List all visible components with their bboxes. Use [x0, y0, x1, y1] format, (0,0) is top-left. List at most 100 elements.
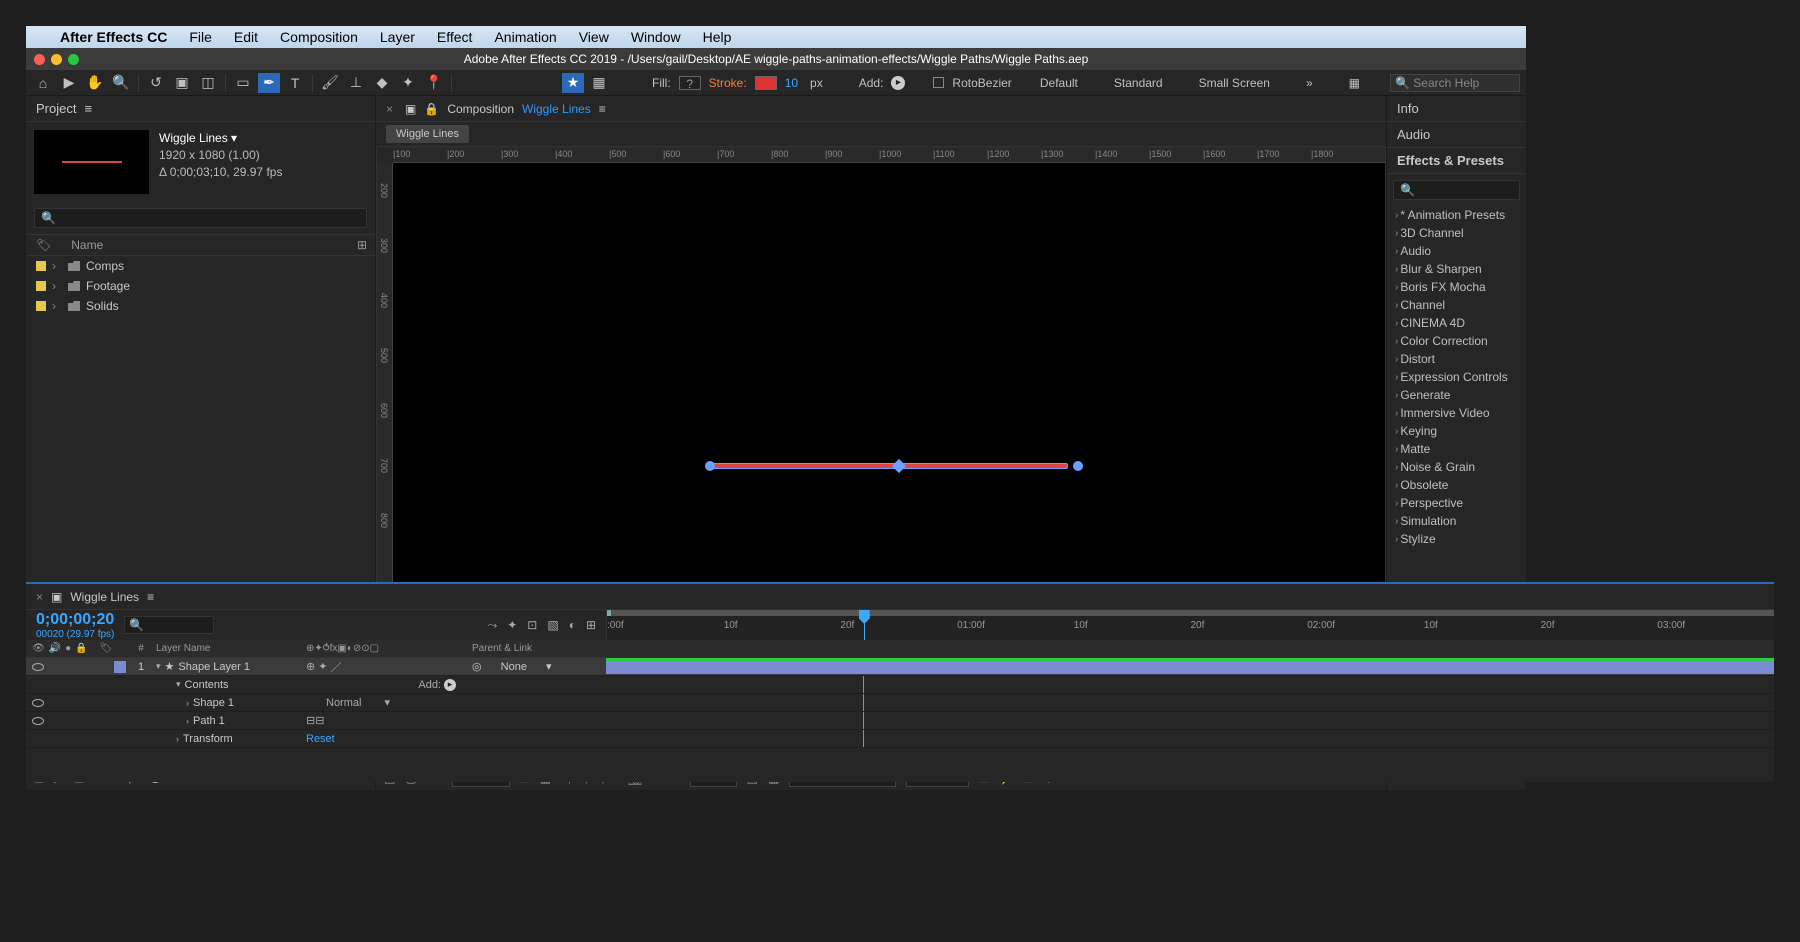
comp-thumbnail[interactable] — [34, 130, 149, 194]
path-anchor-left[interactable] — [705, 461, 715, 471]
fx-category[interactable]: › Blur & Sharpen — [1387, 260, 1526, 278]
audio-panel-header[interactable]: Audio — [1387, 122, 1526, 148]
close-button[interactable] — [34, 54, 45, 65]
workspace-switcher[interactable]: Default Standard Small Screen » ▦ — [1022, 70, 1378, 96]
layer-path-1[interactable]: ›Path 1 ⊟⊟ — [26, 712, 1774, 730]
zoom-tool[interactable]: 🔍 — [110, 73, 132, 93]
workspace-more[interactable]: » — [1288, 70, 1331, 96]
menu-composition[interactable]: Composition — [280, 29, 358, 45]
mac-menubar[interactable]: After Effects CC File Edit Composition L… — [26, 26, 1526, 48]
frame-blend-icon[interactable]: ▧ — [547, 618, 558, 633]
pen-tool[interactable]: ✒ — [258, 73, 280, 93]
workspace-default[interactable]: Default — [1022, 70, 1096, 96]
rotobezier-check[interactable] — [933, 77, 944, 88]
timeline-tab-name[interactable]: Wiggle Lines — [70, 590, 139, 604]
add-button[interactable]: ▸ — [891, 76, 905, 90]
lock-col-icon[interactable]: 🔒 — [75, 643, 87, 654]
fx-category[interactable]: › Immersive Video — [1387, 404, 1526, 422]
label-swatch[interactable] — [114, 661, 126, 673]
fx-category[interactable]: › Perspective — [1387, 494, 1526, 512]
visibility-toggle[interactable] — [32, 699, 44, 707]
clone-tool[interactable]: ⊥ — [345, 73, 367, 93]
workspace-standard[interactable]: Standard — [1096, 70, 1181, 96]
project-panel-header[interactable]: Project ≡ — [26, 96, 375, 122]
roto-tool[interactable]: ✦ — [397, 73, 419, 93]
close-tab-icon[interactable]: × — [386, 102, 393, 116]
workspace-small[interactable]: Small Screen — [1181, 70, 1288, 96]
video-col-icon[interactable]: 👁 — [32, 643, 45, 654]
blend-mode-dropdown[interactable]: Normal — [306, 697, 381, 709]
comp-tab-bar[interactable]: × ▣ 🔒 Composition Wiggle Lines ≡ — [376, 96, 1386, 122]
menu-animation[interactable]: Animation — [494, 29, 556, 45]
fx-category[interactable]: › Keying — [1387, 422, 1526, 440]
eraser-tool[interactable]: ◆ — [371, 73, 393, 93]
name-column[interactable]: Name — [71, 238, 103, 252]
timeline-tab-bar[interactable]: × ▣ Wiggle Lines ≡ — [26, 584, 1774, 610]
menu-file[interactable]: File — [189, 29, 212, 45]
orbit-tool[interactable]: ↺ — [145, 73, 167, 93]
pan-behind-tool[interactable]: ◫ — [197, 73, 219, 93]
project-search[interactable]: 🔍 — [34, 208, 367, 228]
panel-menu-icon[interactable]: ≡ — [84, 101, 92, 116]
current-timecode[interactable]: 0;00;00;20 — [36, 611, 114, 629]
lock-icon[interactable]: 🔒 — [424, 102, 439, 116]
graph-editor-icon[interactable]: ⊞ — [586, 618, 596, 633]
fx-category[interactable]: › Stylize — [1387, 530, 1526, 548]
hand-tool[interactable]: ✋ — [84, 73, 106, 93]
fx-category[interactable]: › Boris FX Mocha — [1387, 278, 1526, 296]
fx-category[interactable]: › Expression Controls — [1387, 368, 1526, 386]
search-help-input[interactable]: 🔍 Search Help — [1390, 74, 1520, 92]
fx-category[interactable]: › Channel — [1387, 296, 1526, 314]
pickwhip-icon[interactable]: ◎ — [472, 661, 482, 673]
visibility-toggle[interactable] — [32, 717, 44, 725]
close-timeline-tab[interactable]: × — [36, 590, 43, 604]
folder-comps[interactable]: ›Comps — [26, 256, 375, 276]
checker-icon[interactable]: ▦ — [588, 73, 610, 93]
tag-column-icon[interactable]: 🏷 — [36, 238, 51, 252]
comp-subtab[interactable]: Wiggle Lines — [386, 125, 469, 143]
zoom-button[interactable] — [68, 54, 79, 65]
tab-menu-icon[interactable]: ≡ — [599, 102, 606, 116]
time-ruler[interactable]: :00f10f20f01:00f10f20f02:00f10f20f03:00f — [606, 610, 1774, 640]
fx-category[interactable]: › Color Correction — [1387, 332, 1526, 350]
solo-col-icon[interactable]: ● — [65, 643, 71, 654]
flowchart-icon[interactable]: ⊞ — [357, 238, 367, 252]
menu-layer[interactable]: Layer — [380, 29, 415, 45]
fx-category[interactable]: › 3D Channel — [1387, 224, 1526, 242]
fx-category[interactable]: › Simulation — [1387, 512, 1526, 530]
folder-footage[interactable]: ›Footage — [26, 276, 375, 296]
star-icon[interactable]: ★ — [562, 73, 584, 93]
fx-category[interactable]: › Matte — [1387, 440, 1526, 458]
comp-subtab-bar[interactable]: Wiggle Lines — [376, 122, 1386, 146]
motion-blur-icon[interactable]: ◐ — [569, 618, 576, 633]
stroke-width[interactable]: 10 — [781, 76, 802, 90]
draft3d-icon[interactable]: ✦ — [507, 618, 517, 633]
menu-effect[interactable]: Effect — [437, 29, 473, 45]
layer-transform[interactable]: ›Transform Reset — [26, 730, 1774, 748]
fx-category[interactable]: › Obsolete — [1387, 476, 1526, 494]
workspace-reset-icon[interactable]: ▦ — [1331, 70, 1378, 96]
folder-solids[interactable]: ›Solids — [26, 296, 375, 316]
fx-category[interactable]: › Generate — [1387, 386, 1526, 404]
path-anchor-mid[interactable] — [892, 459, 906, 473]
timeline-tab-menu[interactable]: ≡ — [147, 590, 154, 604]
parent-header[interactable]: Parent & Link — [466, 640, 606, 657]
fx-category[interactable]: › CINEMA 4D — [1387, 314, 1526, 332]
window-controls[interactable] — [34, 54, 79, 65]
shy-icon[interactable]: ⊡ — [527, 618, 537, 633]
layer-name[interactable]: Shape Layer 1 — [178, 661, 250, 673]
effects-panel-header[interactable]: Effects & Presets — [1387, 148, 1526, 174]
name-header[interactable]: Layer Name — [156, 640, 306, 657]
minimize-button[interactable] — [51, 54, 62, 65]
puppet-tool[interactable]: 📍 — [423, 73, 445, 93]
shape-path[interactable] — [710, 463, 1067, 469]
path-ops-icon[interactable]: ⊟⊟ — [306, 714, 324, 727]
layer-contents[interactable]: ▾Contents Add: ▸ — [26, 676, 1774, 694]
brush-tool[interactable]: 🖌 — [319, 73, 341, 93]
fill-swatch[interactable]: ? — [679, 76, 701, 90]
effects-search[interactable]: 🔍 — [1393, 180, 1520, 200]
reset-link[interactable]: Reset — [306, 733, 335, 745]
menu-window[interactable]: Window — [631, 29, 681, 45]
fx-category[interactable]: › Distort — [1387, 350, 1526, 368]
info-panel-header[interactable]: Info — [1387, 96, 1526, 122]
